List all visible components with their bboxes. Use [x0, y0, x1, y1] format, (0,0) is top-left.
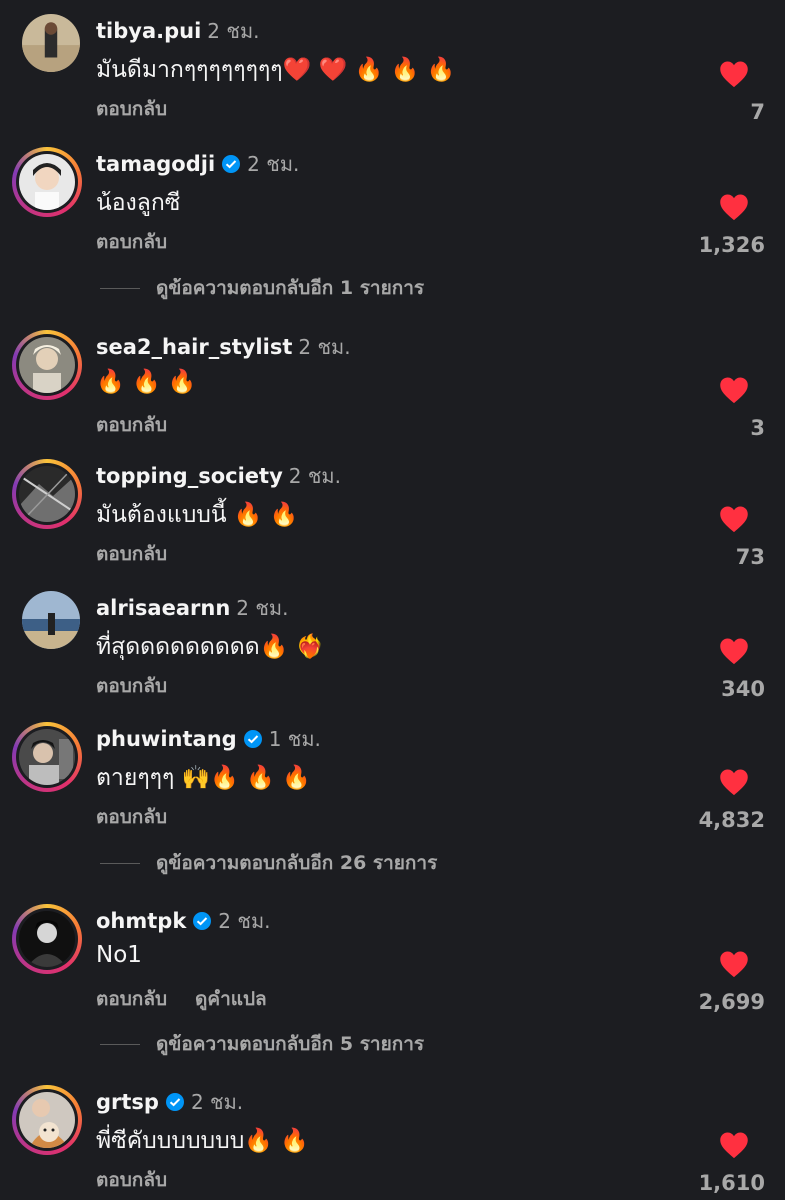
divider: [100, 1043, 140, 1045]
heart-icon[interactable]: [719, 637, 749, 665]
view-more-replies-button[interactable]: ดูข้อความตอบกลับอีก 1 รายการ: [100, 273, 424, 303]
username[interactable]: ohmtpk: [96, 909, 186, 933]
reply-button[interactable]: ตอบกลับ: [96, 806, 167, 828]
heart-icon[interactable]: [719, 768, 749, 796]
reply-button[interactable]: ตอบกลับ: [96, 543, 167, 565]
avatar[interactable]: [22, 14, 80, 72]
heart-icon[interactable]: [719, 505, 749, 533]
like-count[interactable]: 1,326: [645, 233, 765, 257]
comment-text: มันต้องแบบนี้ 🔥 🔥: [96, 502, 299, 528]
view-more-replies-button[interactable]: ดูข้อความตอบกลับอีก 26 รายการ: [100, 848, 437, 878]
comment-text: มันดีมากๆๆๆๆๆๆๆๆ❤️ ❤️ 🔥 🔥 🔥: [96, 57, 456, 83]
avatar[interactable]: [12, 1085, 82, 1155]
avatar[interactable]: [12, 330, 82, 400]
reply-button[interactable]: ตอบกลับ: [96, 231, 167, 253]
timestamp: 1 ชม.: [268, 727, 321, 751]
heart-icon[interactable]: [719, 193, 749, 221]
timestamp: 2 ชม.: [298, 335, 351, 359]
like-count[interactable]: 340: [645, 677, 765, 701]
timestamp: 2 ชม.: [288, 464, 341, 488]
timestamp: 2 ชม.: [190, 1090, 244, 1114]
like-count[interactable]: 4,832: [645, 808, 765, 832]
timestamp: 2 ชม.: [218, 909, 271, 933]
reply-button[interactable]: ตอบกลับ: [96, 414, 167, 436]
heart-icon[interactable]: [719, 376, 749, 404]
comment-text: ที่สุดดดดดดดดด🔥 ❤️‍🔥: [96, 634, 325, 660]
username[interactable]: grtsp: [96, 1090, 159, 1114]
like-count[interactable]: 1,610: [645, 1171, 765, 1195]
see-translation-button[interactable]: ดูคำแปล: [195, 988, 267, 1010]
verified-badge-icon: [165, 1093, 184, 1111]
avatar[interactable]: [12, 459, 82, 529]
reply-button[interactable]: ตอบกลับ: [96, 675, 167, 697]
avatar[interactable]: [12, 722, 82, 792]
username[interactable]: topping_society: [96, 464, 283, 488]
view-replies-label[interactable]: ดูข้อความตอบกลับอีก 26 รายการ: [156, 848, 437, 878]
like-count[interactable]: 2,699: [645, 990, 765, 1014]
view-replies-label[interactable]: ดูข้อความตอบกลับอีก 5 รายการ: [156, 1029, 424, 1059]
view-more-replies-button[interactable]: ดูข้อความตอบกลับอีก 5 รายการ: [100, 1029, 424, 1059]
avatar[interactable]: [22, 591, 80, 649]
divider: [100, 862, 140, 864]
verified-badge-icon: [222, 155, 241, 173]
divider: [100, 287, 140, 289]
verified-badge-icon: [193, 912, 212, 930]
view-replies-label[interactable]: ดูข้อความตอบกลับอีก 1 รายการ: [156, 273, 424, 303]
like-count[interactable]: 7: [645, 100, 765, 124]
verified-badge-icon: [243, 730, 262, 748]
heart-icon[interactable]: [719, 1131, 749, 1159]
timestamp: 2 ชม.: [247, 152, 300, 176]
username[interactable]: alrisaearnn: [96, 596, 230, 620]
comment-text: น้องลูกซี: [96, 190, 181, 216]
username[interactable]: phuwintang: [96, 727, 237, 751]
username[interactable]: sea2_hair_stylist: [96, 335, 292, 359]
like-count[interactable]: 73: [645, 545, 765, 569]
reply-button[interactable]: ตอบกลับ: [96, 98, 167, 120]
reply-button[interactable]: ตอบกลับ: [96, 1169, 167, 1191]
timestamp: 2 ชม.: [236, 596, 289, 620]
heart-icon[interactable]: [719, 60, 749, 88]
avatar[interactable]: [12, 147, 82, 217]
reply-button[interactable]: ตอบกลับ: [96, 988, 167, 1010]
heart-icon[interactable]: [719, 950, 749, 978]
comment-text: 🔥 🔥 🔥: [96, 369, 197, 395]
timestamp: 2 ชม.: [207, 19, 260, 43]
username[interactable]: tibya.pui: [96, 19, 201, 43]
comment-text: พี่ซีคับบบบบบบ🔥 🔥: [96, 1128, 309, 1154]
comment-text: No1: [96, 942, 142, 968]
comment-text: ตายๆๆๆ 🙌🔥 🔥 🔥: [96, 765, 311, 791]
username[interactable]: tamagodji: [96, 152, 215, 176]
avatar[interactable]: [12, 904, 82, 974]
like-count[interactable]: 3: [645, 416, 765, 440]
